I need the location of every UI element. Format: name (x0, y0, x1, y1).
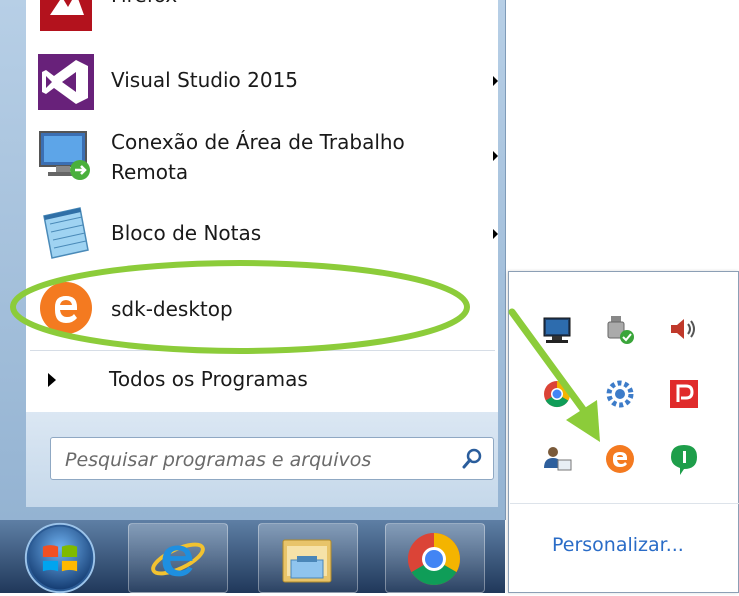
sdk-desktop-icon (40, 282, 92, 334)
customize-link[interactable]: Personalizar... (552, 534, 684, 556)
search-icon[interactable] (461, 448, 483, 470)
taskbar-button-chrome[interactable] (385, 523, 485, 593)
menu-item-label-line2: Remota (111, 160, 189, 184)
all-programs-link[interactable]: Todos os Programas (109, 367, 308, 391)
menu-item-notepad[interactable]: Bloco de Notas (26, 202, 498, 264)
windows-explorer-icon (282, 539, 332, 583)
all-programs-arrow-icon[interactable] (48, 373, 56, 387)
green-chat-icon[interactable] (667, 442, 701, 476)
tray-popup-divider (510, 503, 739, 504)
taskbar-button-internet-explorer[interactable] (128, 523, 228, 593)
red-p-icon[interactable] (667, 377, 701, 411)
menu-item-label: Bloco de Notas (111, 221, 262, 245)
menu-item-remote-desktop[interactable]: Conexão de Área de Trabalho Remota (26, 120, 498, 192)
firefox-app-icon (40, 0, 92, 31)
menu-item-label-line1: Conexão de Área de Trabalho (111, 130, 405, 154)
start-orb-icon[interactable] (22, 520, 98, 596)
submenu-arrow-icon (493, 76, 498, 86)
menu-item-visual-studio[interactable]: Visual Studio 2015 (26, 50, 498, 112)
internet-explorer-icon (151, 542, 205, 577)
speaker-icon[interactable] (667, 312, 701, 346)
menu-separator (30, 350, 495, 351)
sdk-tray-icon[interactable] (603, 442, 637, 476)
chrome-icon (408, 533, 460, 585)
user-card-icon[interactable] (540, 442, 574, 476)
monitor-network-icon[interactable] (540, 312, 574, 346)
notepad-icon (43, 207, 89, 259)
gear-cloud-icon[interactable] (603, 377, 637, 411)
submenu-arrow-icon (493, 151, 498, 161)
menu-item-label: sdk-desktop (111, 297, 233, 321)
menu-item-label: Visual Studio 2015 (111, 68, 299, 92)
usb-device-icon[interactable] (603, 312, 637, 346)
search-box[interactable] (50, 437, 494, 480)
search-input[interactable] (63, 446, 447, 474)
chrome-tray-icon[interactable] (540, 377, 574, 411)
submenu-arrow-icon (493, 229, 498, 239)
visual-studio-icon (38, 54, 94, 110)
menu-item-firefox[interactable]: Firefox (26, 0, 498, 31)
menu-item-label: Firefox (111, 0, 177, 10)
menu-item-sdk-desktop[interactable]: sdk-desktop (26, 278, 498, 340)
taskbar-button-windows-explorer[interactable] (258, 523, 358, 593)
remote-desktop-icon (39, 131, 90, 180)
